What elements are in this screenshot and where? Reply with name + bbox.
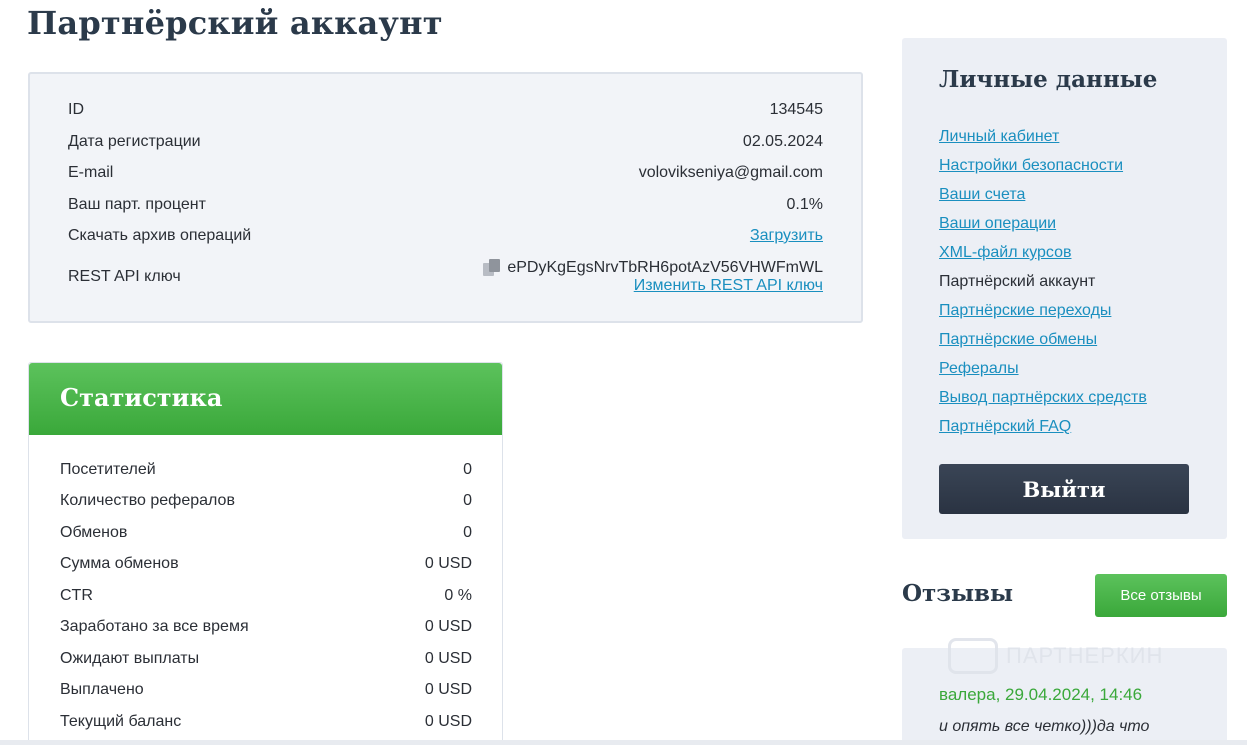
id-value: 134545 bbox=[769, 101, 823, 118]
email-label: E-mail bbox=[68, 164, 114, 181]
stat-label: Ожидают выплаты bbox=[60, 650, 200, 667]
stat-row: Посетителей 0 bbox=[60, 459, 472, 481]
registration-value: 02.05.2024 bbox=[742, 133, 823, 150]
watermark-logo-icon bbox=[948, 638, 998, 674]
review-author: валера, 29.04.2024, 14:46 bbox=[939, 685, 1143, 704]
api-key-line: ePDyKgEgsNrvTbRH6potAzV56VHWFmWL bbox=[483, 259, 823, 277]
sidebar-item-personal-cabinet[interactable]: Личный кабинет bbox=[939, 126, 1059, 148]
download-archive-link[interactable]: Загрузить bbox=[750, 227, 823, 245]
api-key-block: ePDyKgEgsNrvTbRH6potAzV56VHWFmWL Изменит… bbox=[483, 259, 823, 295]
account-row-email: E-mail voloviksenіya@gmail.com bbox=[68, 162, 823, 184]
account-row-archive: Скачать архив операций Загрузить bbox=[68, 225, 823, 247]
sidebar-item-partner-visits[interactable]: Партнёрские переходы bbox=[939, 300, 1111, 322]
stat-value: 0 USD bbox=[424, 713, 472, 730]
stat-label: Сумма обменов bbox=[60, 555, 179, 572]
account-row-registration: Дата регистрации 02.05.2024 bbox=[68, 131, 823, 153]
stat-value: 0 USD bbox=[424, 618, 472, 635]
stat-label: Количество рефералов bbox=[60, 492, 235, 509]
sidebar-item-partner-exchanges[interactable]: Партнёрские обмены bbox=[939, 329, 1097, 351]
stat-row: Текущий баланс 0 USD bbox=[60, 711, 472, 733]
sidebar-item-security-settings[interactable]: Настройки безопасности bbox=[939, 155, 1123, 177]
stat-value: 0 USD bbox=[424, 650, 472, 667]
sidebar-item-partner-account: Партнёрский аккаунт bbox=[939, 273, 1096, 290]
all-reviews-button[interactable]: Все отзывы bbox=[1095, 574, 1227, 617]
change-api-key-link[interactable]: Изменить REST API ключ bbox=[634, 277, 823, 295]
watermark-text: ПАРТНЕРКИН bbox=[1006, 643, 1164, 668]
account-info-panel: ID 134545 Дата регистрации 02.05.2024 E-… bbox=[28, 72, 863, 323]
percent-label: Ваш парт. процент bbox=[68, 196, 206, 213]
account-row-api-key: REST API ключ ePDyKgEgsNrvTbRH6potAzV56V… bbox=[68, 257, 823, 297]
email-value: voloviksenіya@gmail.com bbox=[638, 164, 823, 181]
sidebar-title: Личные данные bbox=[939, 66, 1158, 93]
statistics-title: Статистика bbox=[60, 383, 223, 412]
statistics-header: Статистика bbox=[29, 363, 502, 435]
stat-value: 0 bbox=[463, 461, 472, 478]
stat-row: Обменов 0 bbox=[60, 522, 472, 544]
stat-value: 0 bbox=[463, 492, 472, 509]
api-key-value: ePDyKgEgsNrvTbRH6potAzV56VHWFmWL bbox=[507, 259, 823, 276]
stat-row: Сумма обменов 0 USD bbox=[60, 553, 472, 575]
logout-button[interactable]: Выйти bbox=[939, 464, 1189, 514]
stat-label: Посетителей bbox=[60, 461, 156, 478]
sidebar-item-xml-rates[interactable]: XML-файл курсов bbox=[939, 242, 1071, 264]
id-label: ID bbox=[68, 101, 84, 118]
stat-value: 0 USD bbox=[424, 681, 472, 698]
stat-row: Выплачено 0 USD bbox=[60, 679, 472, 701]
page-title: Партнёрский аккаунт bbox=[27, 4, 443, 42]
stat-label: CTR bbox=[60, 587, 93, 604]
percent-value: 0.1% bbox=[786, 196, 823, 213]
watermark: ПАРТНЕРКИН bbox=[948, 638, 1163, 674]
stat-row: Количество рефералов 0 bbox=[60, 490, 472, 512]
sidebar-item-operations[interactable]: Ваши операции bbox=[939, 213, 1056, 235]
bottom-divider bbox=[0, 740, 1247, 745]
stat-label: Выплачено bbox=[60, 681, 144, 698]
api-key-label: REST API ключ bbox=[68, 268, 181, 285]
stat-label: Заработано за все время bbox=[60, 618, 249, 635]
stat-row: Ожидают выплаты 0 USD bbox=[60, 648, 472, 670]
stat-value: 0 % bbox=[444, 587, 472, 604]
review-text: и опять все четко)))да что bbox=[939, 718, 1150, 735]
stat-label: Текущий баланс bbox=[60, 713, 182, 730]
reviews-title: Отзывы bbox=[902, 580, 1014, 607]
account-row-id: ID 134545 bbox=[68, 99, 823, 121]
account-row-percent: Ваш парт. процент 0.1% bbox=[68, 194, 823, 216]
stat-row: Заработано за все время 0 USD bbox=[60, 616, 472, 638]
sidebar-item-referrals[interactable]: Рефералы bbox=[939, 358, 1019, 380]
registration-label: Дата регистрации bbox=[68, 133, 201, 150]
copy-icon[interactable] bbox=[483, 259, 501, 277]
sidebar-item-withdraw[interactable]: Вывод партнёрских средств bbox=[939, 387, 1147, 409]
stat-value: 0 bbox=[463, 524, 472, 541]
stat-row: CTR 0 % bbox=[60, 585, 472, 607]
archive-label: Скачать архив операций bbox=[68, 227, 252, 244]
stat-value: 0 USD bbox=[424, 555, 472, 572]
statistics-panel: Статистика Посетителей 0 Количество рефе… bbox=[28, 362, 503, 745]
personal-data-sidebar: Личные данные Личный кабинет Настройки б… bbox=[902, 38, 1227, 539]
sidebar-item-accounts[interactable]: Ваши счета bbox=[939, 184, 1025, 206]
sidebar-item-partner-faq[interactable]: Партнёрский FAQ bbox=[939, 416, 1071, 438]
stat-label: Обменов bbox=[60, 524, 128, 541]
